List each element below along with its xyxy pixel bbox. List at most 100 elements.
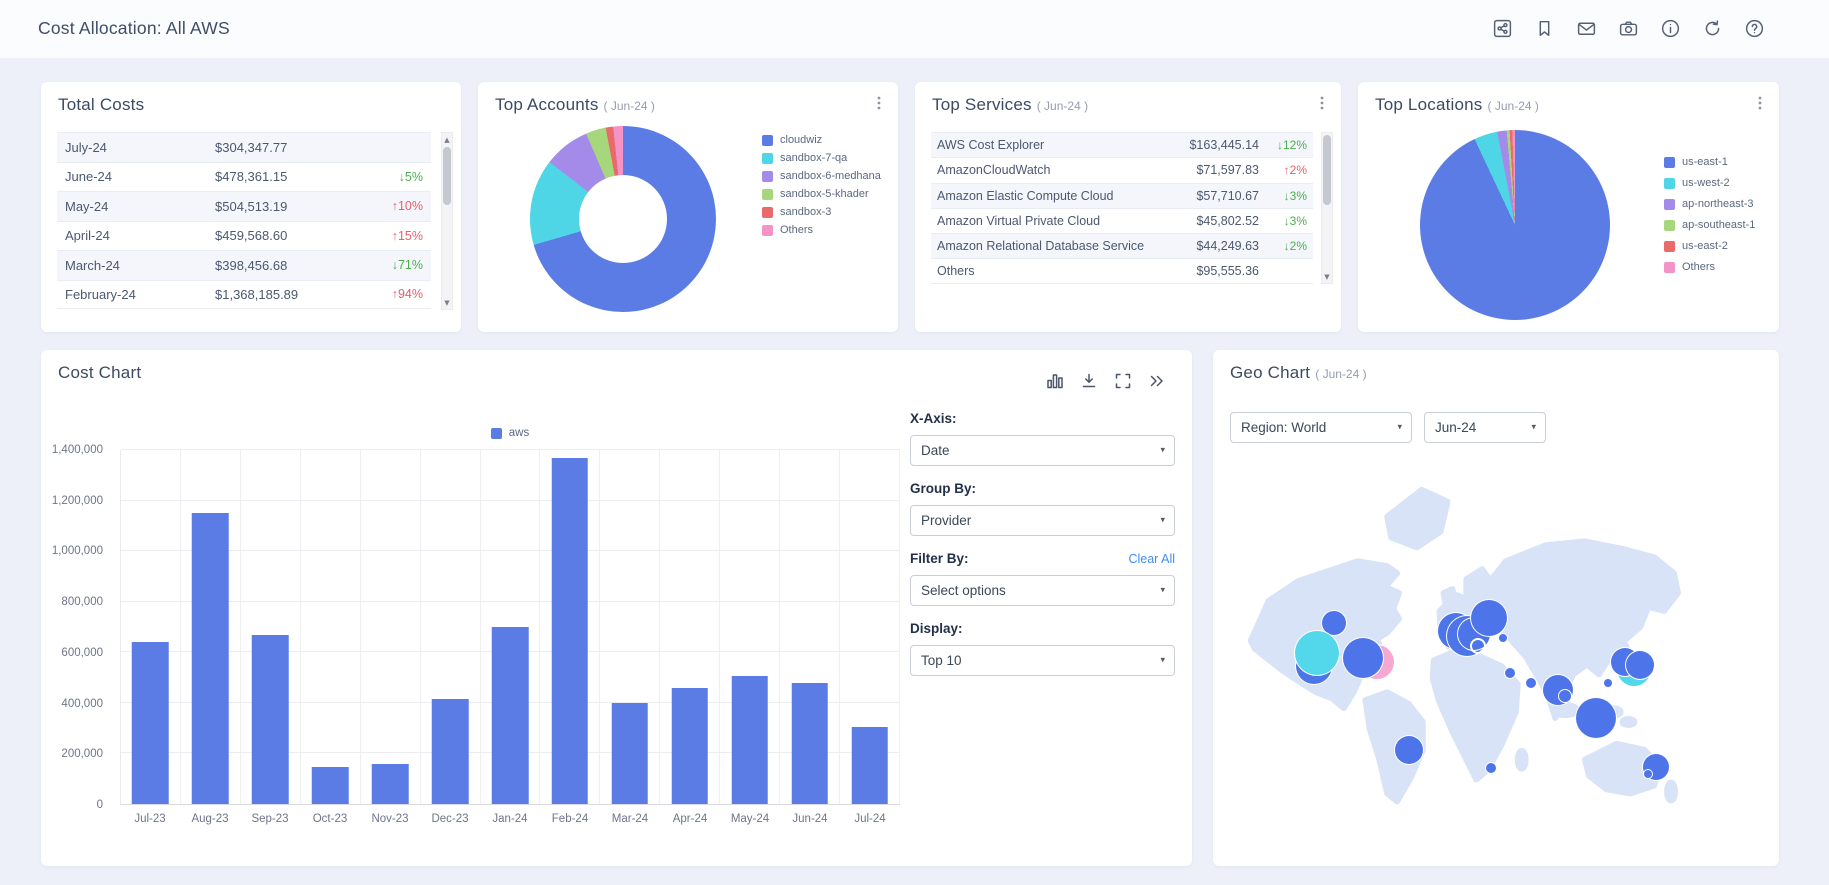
service-cell: Amazon Virtual Private Cloud (937, 214, 1163, 228)
cost-chart-toolbar (1046, 372, 1166, 390)
bar-slot (840, 450, 900, 804)
legend-item[interactable]: ap-southeast-1 (1664, 219, 1755, 231)
service-cell: Amazon Relational Database Service (937, 239, 1163, 253)
legend-item[interactable]: us-east-2 (1664, 240, 1755, 252)
legend-item[interactable]: Others (762, 224, 881, 236)
scroll-down-icon[interactable]: ▼ (1322, 270, 1332, 283)
total-costs-scrollbar[interactable]: ▲ ▼ (441, 132, 453, 310)
bar-slot (780, 450, 840, 804)
service-cell: AmazonCloudWatch (937, 163, 1163, 177)
collapse-panel-icon[interactable] (1148, 372, 1166, 390)
change-cell: ↓3% (1259, 189, 1307, 203)
map-bubble (1559, 690, 1571, 702)
y-tick-label: 0 (97, 799, 103, 811)
world-map (1229, 462, 1763, 854)
amount-cell: $71,597.83 (1163, 163, 1259, 177)
top-services-scrollbar[interactable]: ▼ (1321, 132, 1333, 284)
bar (552, 458, 589, 804)
chevron-down-icon: ▾ (1160, 515, 1165, 525)
download-icon[interactable] (1080, 372, 1098, 390)
x-tick-label: Sep-23 (240, 813, 300, 825)
bar-chart-plot (120, 450, 900, 805)
legend-item[interactable]: Others (1664, 261, 1755, 273)
info-icon[interactable] (1660, 18, 1681, 39)
legend-swatch-icon (762, 189, 773, 200)
table-row: March-24$398,456.68↓71% (57, 250, 431, 280)
amount-cell: $504,513.19 (215, 199, 361, 214)
legend-swatch-icon (1664, 241, 1675, 252)
y-tick-label: 1,400,000 (52, 444, 103, 456)
chevron-down-icon: ▾ (1160, 655, 1165, 665)
legend-item[interactable]: us-west-2 (1664, 177, 1755, 189)
legend-swatch-icon (762, 225, 773, 236)
map-bubble (1343, 638, 1383, 678)
month-cell: May-24 (65, 199, 215, 214)
kebab-menu-icon[interactable] (870, 94, 888, 112)
geo-chart-card: Geo Chart ( Jun-24 ) Region: World ▾ Jun… (1213, 350, 1779, 866)
bar (252, 635, 289, 804)
top-accounts-donut-chart (530, 126, 716, 312)
month-select[interactable]: Jun-24 ▾ (1424, 412, 1546, 443)
group-by-select[interactable]: Provider ▾ (910, 505, 1175, 536)
x-tick-label: Mar-24 (600, 813, 660, 825)
bookmark-icon[interactable] (1534, 18, 1555, 39)
card-period: ( Jun-24 ) (1315, 367, 1366, 381)
kebab-menu-icon[interactable] (1751, 94, 1769, 112)
bar-slot (660, 450, 720, 804)
bar (851, 727, 888, 804)
filter-by-select[interactable]: Select options ▾ (910, 575, 1175, 606)
camera-icon[interactable] (1618, 18, 1639, 39)
table-row: AWS Cost Explorer$163,445.14↓12% (931, 132, 1313, 157)
bar-slot (121, 450, 181, 804)
month-cell: March-24 (65, 258, 215, 273)
kebab-menu-icon[interactable] (1313, 94, 1331, 112)
bar-chart-legend[interactable]: aws (120, 427, 900, 439)
display-select[interactable]: Top 10 ▾ (910, 645, 1175, 676)
filter-by-label: Filter By: (910, 551, 969, 566)
legend-label: us-east-2 (1682, 240, 1728, 252)
email-icon[interactable] (1576, 18, 1597, 39)
bar-slot (241, 450, 301, 804)
fullscreen-icon[interactable] (1114, 372, 1132, 390)
scrollbar-thumb[interactable] (443, 147, 451, 205)
map-bubble (1470, 638, 1486, 654)
y-tick-label: 200,000 (61, 748, 103, 760)
legend-item[interactable]: sandbox-6-medhana (762, 170, 881, 182)
legend-swatch-icon (1664, 178, 1675, 189)
service-cell: Amazon Elastic Compute Cloud (937, 189, 1163, 203)
chart-type-icon[interactable] (1046, 372, 1064, 390)
change-cell: ↓5% (361, 170, 423, 184)
scroll-down-icon[interactable]: ▼ (442, 296, 452, 309)
legend-swatch-icon (491, 428, 502, 439)
legend-item[interactable]: sandbox-3 (762, 206, 881, 218)
help-icon[interactable] (1744, 18, 1765, 39)
amount-cell: $1,368,185.89 (215, 287, 361, 302)
region-select[interactable]: Region: World ▾ (1230, 412, 1412, 443)
legend-label: aws (509, 427, 529, 439)
total-costs-table: July-24$304,347.77June-24$478,361.15↓5%M… (57, 132, 431, 309)
map-bubble (1499, 634, 1507, 642)
clear-all-link[interactable]: Clear All (1128, 552, 1175, 566)
share-icon[interactable] (1492, 18, 1513, 39)
x-axis-select[interactable]: Date ▾ (910, 435, 1175, 466)
legend-item[interactable]: sandbox-5-khader (762, 188, 881, 200)
table-row: April-24$459,568.60↑15% (57, 221, 431, 251)
legend-item[interactable]: us-east-1 (1664, 156, 1755, 168)
table-row: July-24$304,347.77 (57, 132, 431, 162)
x-tick-label: May-24 (720, 813, 780, 825)
donut-hole (579, 175, 667, 263)
chevron-down-icon: ▾ (1397, 422, 1402, 432)
legend-item[interactable]: sandbox-7-qa (762, 152, 881, 164)
x-tick-label: Jul-24 (840, 813, 900, 825)
card-title: Top Locations (1375, 95, 1483, 115)
legend-item[interactable]: cloudwiz (762, 134, 881, 146)
scrollbar-thumb[interactable] (1323, 135, 1331, 205)
bar (731, 676, 768, 804)
legend-item[interactable]: ap-northeast-3 (1664, 198, 1755, 210)
change-cell: ↑10% (361, 199, 423, 213)
scroll-up-icon[interactable]: ▲ (442, 133, 452, 146)
bar (432, 699, 469, 804)
legend-swatch-icon (1664, 220, 1675, 231)
select-value: Provider (921, 513, 971, 528)
refresh-icon[interactable] (1702, 18, 1723, 39)
